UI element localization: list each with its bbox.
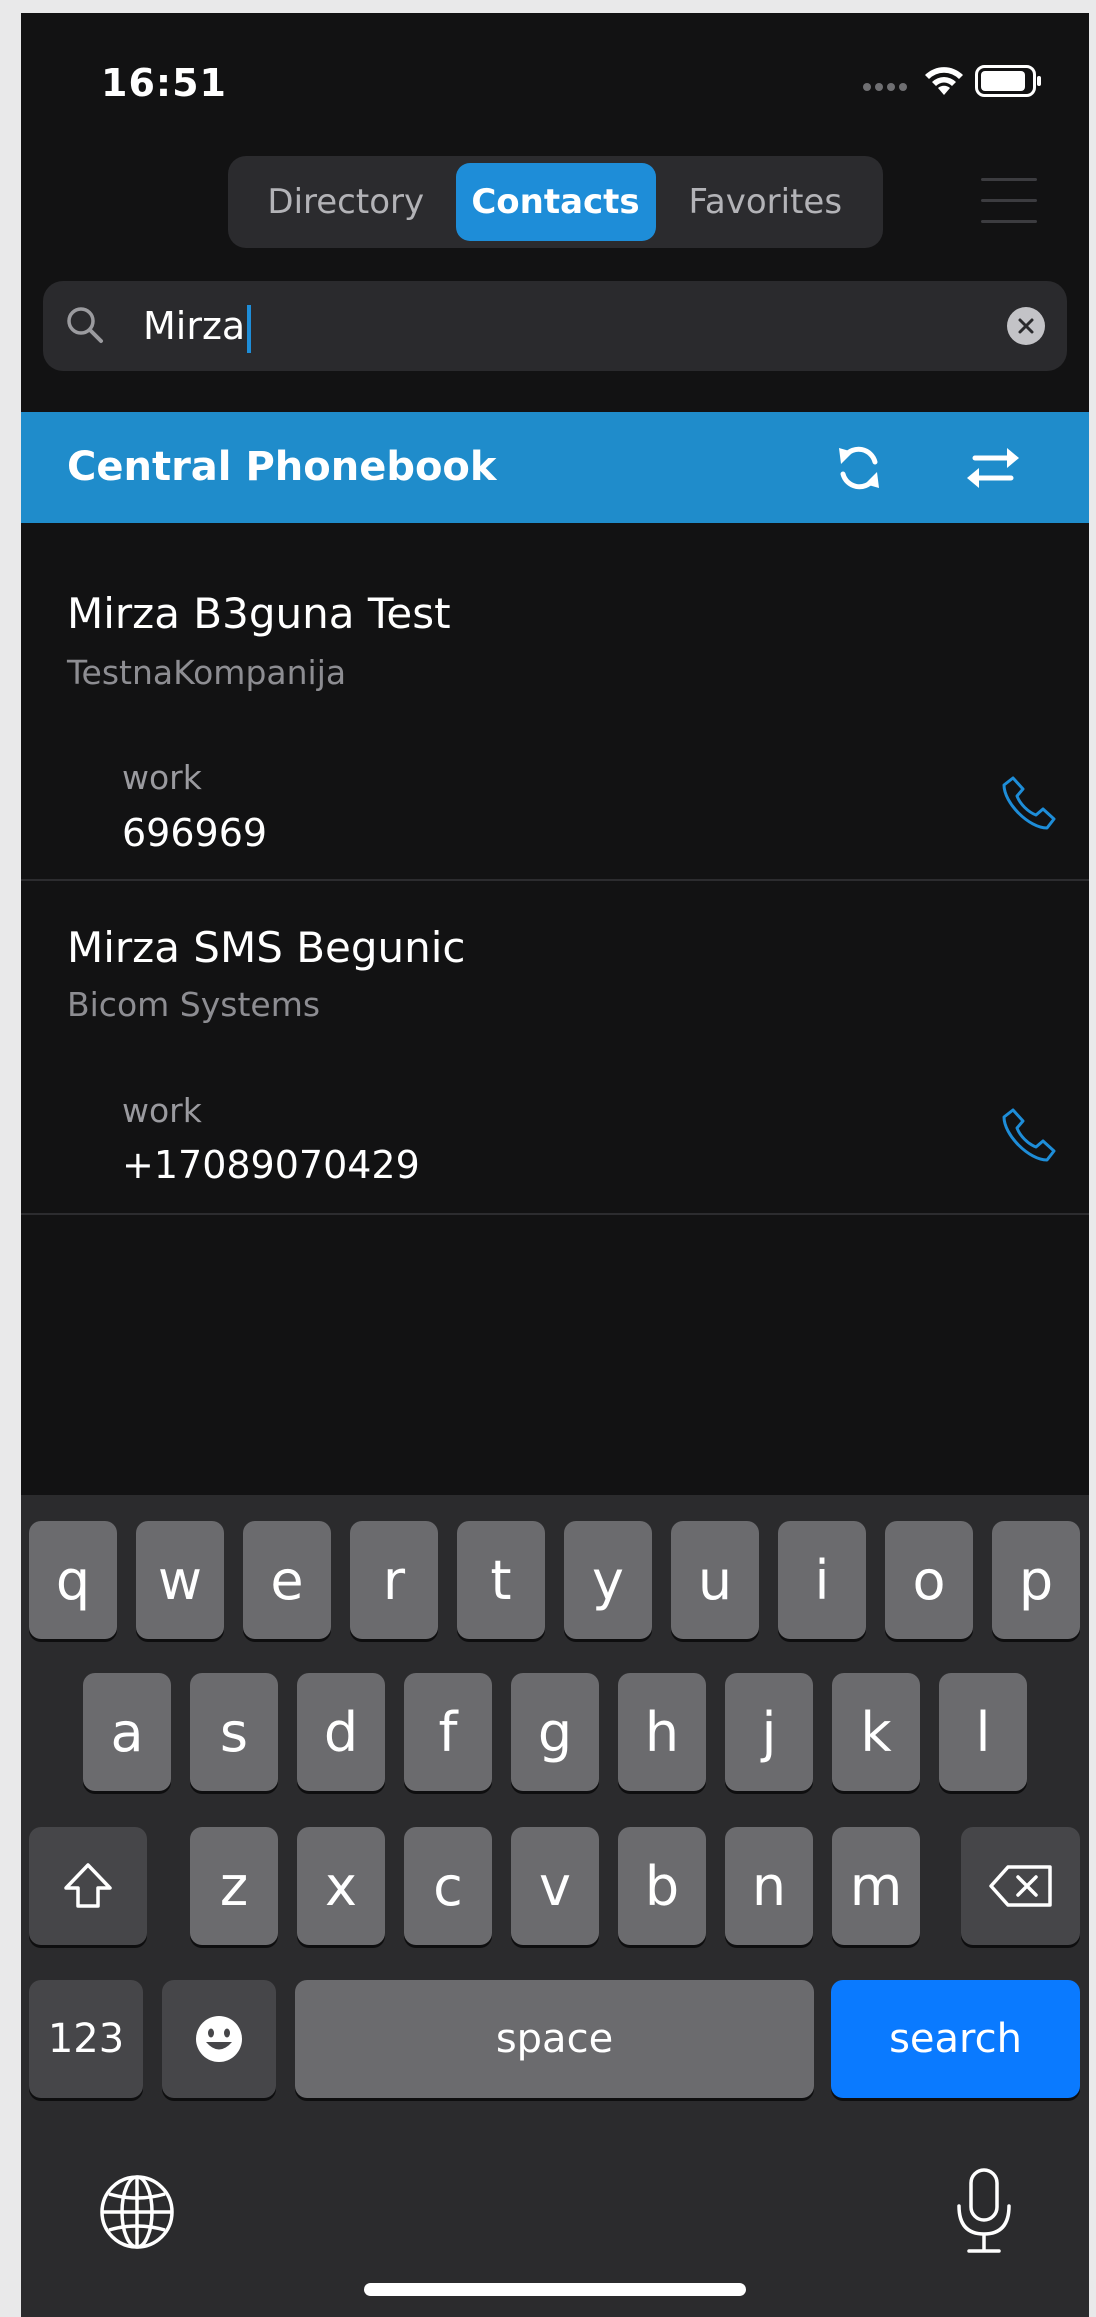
contact-name: Mirza SMS Begunic <box>67 923 466 972</box>
key-y[interactable]: y <box>564 1521 652 1639</box>
key-q[interactable]: q <box>29 1521 117 1639</box>
phone-screen: 16:51 Directory Contacts Favorites Mirza <box>21 13 1089 2317</box>
cellular-signal-icon <box>863 83 907 91</box>
key-r[interactable]: r <box>350 1521 438 1639</box>
phone-type-label: work <box>122 1091 202 1130</box>
key-o[interactable]: o <box>885 1521 973 1639</box>
key-p[interactable]: p <box>992 1521 1080 1639</box>
contact-company: Bicom Systems <box>67 985 321 1024</box>
key-n[interactable]: n <box>725 1827 813 1945</box>
clear-search-button[interactable] <box>1007 307 1045 345</box>
key-u[interactable]: u <box>671 1521 759 1639</box>
phone-icon[interactable] <box>999 773 1059 833</box>
key-h[interactable]: h <box>618 1673 706 1791</box>
wifi-icon <box>925 67 963 95</box>
shift-key[interactable] <box>29 1827 147 1945</box>
key-d[interactable]: d <box>297 1673 385 1791</box>
phonebook-header: Central Phonebook <box>21 412 1089 523</box>
home-indicator[interactable] <box>364 2283 746 2296</box>
contact-company: TestnaKompanija <box>67 653 347 692</box>
close-icon <box>1018 318 1034 334</box>
search-input[interactable]: Mirza <box>143 304 245 348</box>
numbers-key[interactable]: 123 <box>29 1980 143 2098</box>
backspace-icon <box>988 1865 1052 1907</box>
contact-row[interactable]: Mirza SMS Begunic Bicom Systems work +17… <box>21 881 1089 1215</box>
contact-row[interactable]: Mirza B3guna Test TestnaKompanija work 6… <box>21 523 1089 881</box>
phone-type-label: work <box>122 758 202 797</box>
key-m[interactable]: m <box>832 1827 920 1945</box>
key-v[interactable]: v <box>511 1827 599 1945</box>
key-x[interactable]: x <box>297 1827 385 1945</box>
emoji-key[interactable] <box>162 1980 276 2098</box>
tab-directory[interactable]: Directory <box>236 163 456 241</box>
sync-icon[interactable] <box>831 440 887 496</box>
battery-icon <box>975 65 1041 97</box>
phone-number: 696969 <box>122 811 268 855</box>
backspace-key[interactable] <box>961 1827 1080 1945</box>
key-w[interactable]: w <box>136 1521 224 1639</box>
key-f[interactable]: f <box>404 1673 492 1791</box>
key-s[interactable]: s <box>190 1673 278 1791</box>
contact-name: Mirza B3guna Test <box>67 589 451 638</box>
search-key[interactable]: search <box>831 1980 1080 2098</box>
phone-number: +17089070429 <box>122 1143 420 1187</box>
key-e[interactable]: e <box>243 1521 331 1639</box>
status-time: 16:51 <box>101 61 227 105</box>
phonebook-title: Central Phonebook <box>67 444 497 490</box>
tab-bar: Directory Contacts Favorites <box>228 156 883 248</box>
text-cursor <box>247 304 252 353</box>
key-j[interactable]: j <box>725 1673 813 1791</box>
key-l[interactable]: l <box>939 1673 1027 1791</box>
key-i[interactable]: i <box>778 1521 866 1639</box>
search-field[interactable]: Mirza <box>43 281 1067 371</box>
tab-favorites[interactable]: Favorites <box>656 163 876 241</box>
emoji-icon <box>196 2016 242 2062</box>
key-g[interactable]: g <box>511 1673 599 1791</box>
globe-icon[interactable] <box>97 2172 177 2252</box>
space-key[interactable]: space <box>295 1980 814 2098</box>
shift-icon <box>64 1863 112 1908</box>
key-k[interactable]: k <box>832 1673 920 1791</box>
menu-icon[interactable] <box>981 178 1037 226</box>
key-a[interactable]: a <box>83 1673 171 1791</box>
microphone-icon[interactable] <box>949 2166 1019 2256</box>
key-z[interactable]: z <box>190 1827 278 1945</box>
phone-icon[interactable] <box>999 1105 1059 1165</box>
swap-icon[interactable] <box>965 442 1021 494</box>
search-icon <box>67 307 103 343</box>
key-c[interactable]: c <box>404 1827 492 1945</box>
key-t[interactable]: t <box>457 1521 545 1639</box>
key-b[interactable]: b <box>618 1827 706 1945</box>
tab-contacts[interactable]: Contacts <box>455 163 656 241</box>
